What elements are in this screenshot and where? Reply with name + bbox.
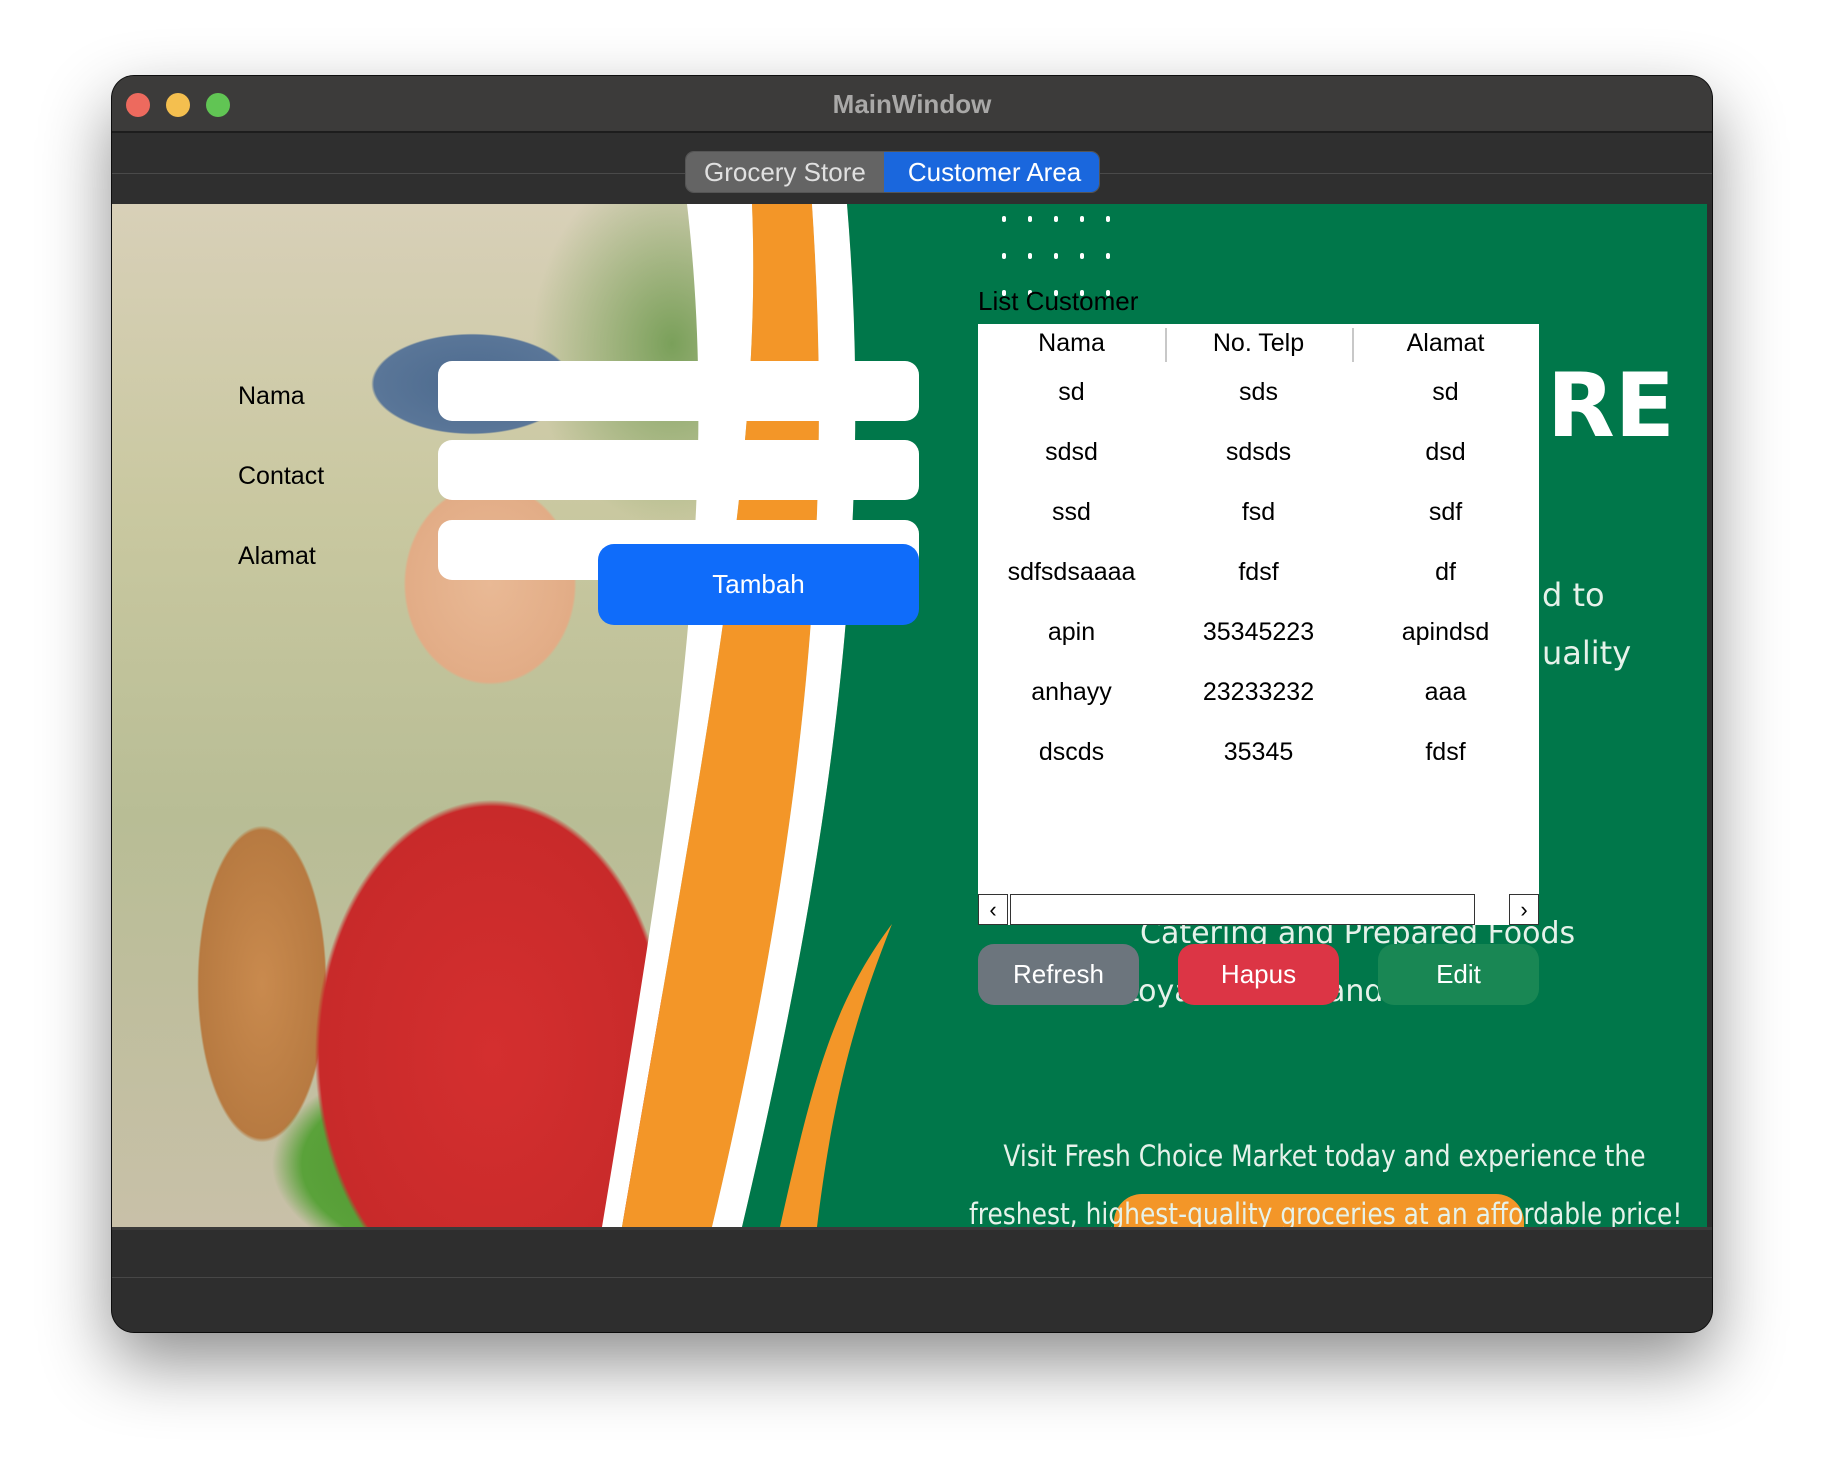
dot xyxy=(1054,216,1058,222)
table-cell: fsd xyxy=(1241,497,1276,526)
table-row[interactable]: dscds 35345 fdsf xyxy=(978,722,1539,782)
table-cell: fdsf xyxy=(1238,557,1279,586)
table-cell: anhayy xyxy=(1031,677,1112,706)
table-cell: apin xyxy=(1047,617,1096,646)
table-cell: 35345 xyxy=(1223,737,1294,766)
banner-visit-line-1: Visit Fresh Choice Market today and expe… xyxy=(1003,1139,1646,1173)
hapus-button[interactable]: Hapus xyxy=(1178,944,1339,1005)
contact-label: Contact xyxy=(238,462,325,490)
table-row[interactable]: anhayy 23233232 aaa xyxy=(978,662,1539,722)
dot xyxy=(1002,253,1006,259)
table-cell: 23233232 xyxy=(1202,677,1315,706)
table-cell: sd xyxy=(1058,377,1085,406)
scrollbar-thumb[interactable] xyxy=(1010,894,1475,925)
table-cell: sds xyxy=(1239,377,1278,406)
tab-bar: Grocery Store Customer Area xyxy=(112,133,1712,204)
dot xyxy=(1028,216,1032,222)
main-window: MainWindow Grocery Store Customer Area R… xyxy=(112,76,1712,1332)
table-body: sd sds sd sdsd sdsds dsd ssd fsd sdf sdfsdsaaaa fd… xyxy=(978,362,1539,782)
title-bar: MainWindow xyxy=(112,76,1712,133)
banner-text-fragment: d to xyxy=(1542,576,1605,614)
nama-input[interactable] xyxy=(438,361,919,421)
table-row[interactable]: apin 35345223 apindsd xyxy=(978,602,1539,662)
dot xyxy=(1054,253,1058,259)
table-row[interactable]: sdsd sdsds dsd xyxy=(978,422,1539,482)
status-bar xyxy=(112,1227,1712,1332)
column-header-no-telp[interactable]: No. Telp xyxy=(1165,324,1352,362)
table-cell: dscds xyxy=(1038,737,1105,766)
alamat-label: Alamat xyxy=(238,542,316,570)
dot xyxy=(1080,216,1084,222)
horizontal-scrollbar[interactable]: ‹ › xyxy=(978,894,1539,925)
nama-label: Nama xyxy=(238,382,305,410)
table-header: Nama No. Telp Alamat xyxy=(978,324,1539,362)
dot xyxy=(1106,216,1110,222)
table-cell: sdf xyxy=(1428,497,1463,526)
table-cell: sd xyxy=(1432,377,1459,406)
table-cell: dsd xyxy=(1425,437,1466,466)
dot xyxy=(1106,253,1110,259)
dot xyxy=(1002,216,1006,222)
table-cell: apindsd xyxy=(1401,617,1490,646)
customer-table: Nama No. Telp Alamat sd sds sd sdsd sdsds dsd… xyxy=(978,324,1539,925)
tab-grocery-store[interactable]: Grocery Store xyxy=(686,152,884,192)
banner-visit-line-2: freshest, highest-quality groceries at a… xyxy=(968,1197,1683,1227)
table-cell: 35345223 xyxy=(1202,617,1315,646)
table-cell: fdsf xyxy=(1425,737,1466,766)
contact-input[interactable] xyxy=(438,440,919,500)
banner-heading-fragment: RE xyxy=(1547,354,1675,457)
dot xyxy=(1080,253,1084,259)
tambah-button[interactable]: Tambah xyxy=(598,544,919,625)
tab-customer-area[interactable]: Customer Area xyxy=(883,152,1100,192)
dot xyxy=(1028,253,1032,259)
table-cell: sdsds xyxy=(1225,437,1292,466)
column-header-alamat[interactable]: Alamat xyxy=(1352,324,1539,362)
column-header-nama[interactable]: Nama xyxy=(978,324,1165,362)
table-row[interactable]: sdfsdsaaaa fdsf df xyxy=(978,542,1539,602)
table-cell: sdsd xyxy=(1045,437,1098,466)
scroll-right-icon[interactable]: › xyxy=(1509,894,1539,925)
table-cell: ssd xyxy=(1052,497,1091,526)
list-customer-label: List Customer xyxy=(978,286,1139,316)
refresh-button[interactable]: Refresh xyxy=(978,944,1139,1005)
edit-button[interactable]: Edit xyxy=(1378,944,1539,1005)
table-row[interactable]: ssd fsd sdf xyxy=(978,482,1539,542)
banner-text-fragment: uality xyxy=(1542,634,1632,672)
customer-area-panel: RE d to uality Catering and Prepared Foo… xyxy=(112,204,1707,1227)
table-row[interactable]: sd sds sd xyxy=(978,362,1539,422)
scroll-left-icon[interactable]: ‹ xyxy=(978,894,1008,925)
table-cell: df xyxy=(1435,557,1456,586)
window-title: MainWindow xyxy=(832,89,992,119)
table-cell: aaa xyxy=(1424,677,1467,706)
table-cell: sdfsdsaaaa xyxy=(1007,557,1136,586)
